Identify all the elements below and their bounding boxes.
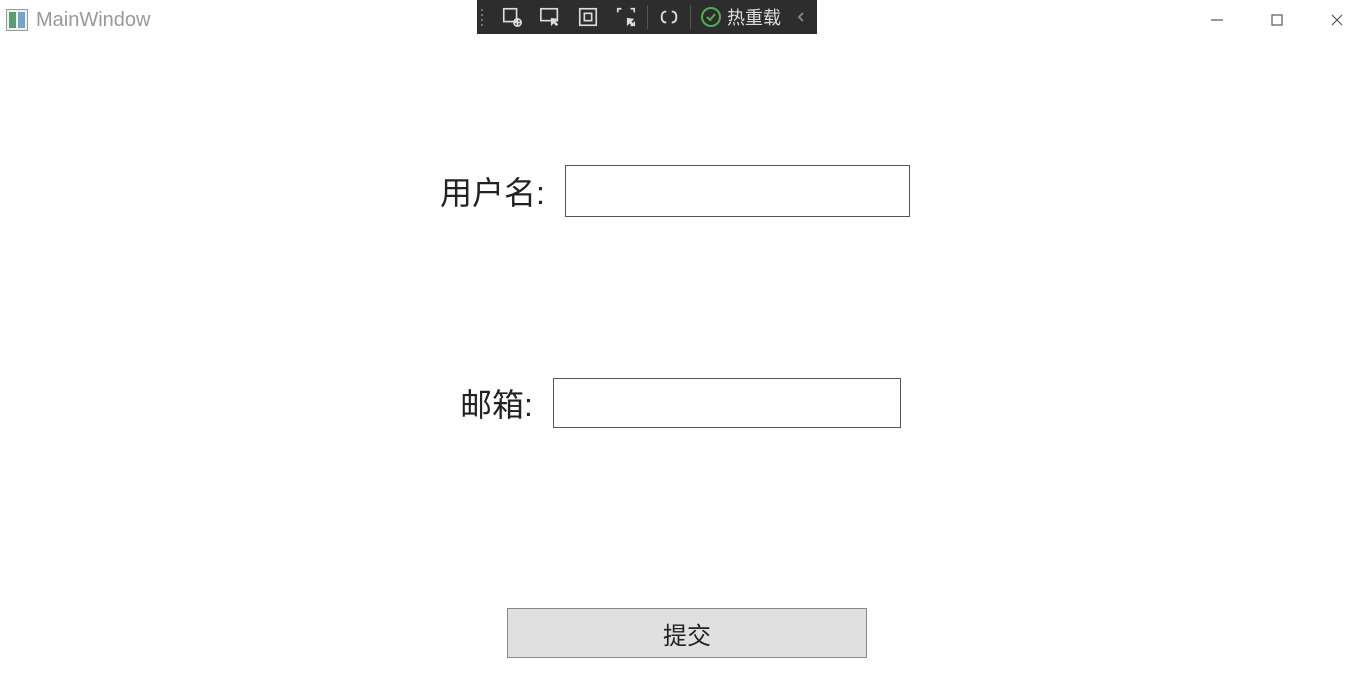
toolbar-grip-icon[interactable] bbox=[481, 5, 489, 29]
track-focus-icon[interactable] bbox=[607, 2, 645, 32]
submit-button[interactable]: 提交 bbox=[507, 608, 867, 658]
username-input[interactable] bbox=[565, 165, 910, 217]
email-input[interactable] bbox=[553, 378, 901, 428]
select-element-icon[interactable] bbox=[531, 2, 569, 32]
window-title: MainWindow bbox=[36, 9, 150, 32]
xaml-binding-icon[interactable] bbox=[650, 2, 688, 32]
email-label: 邮箱: bbox=[460, 380, 533, 426]
display-layout-icon[interactable] bbox=[569, 2, 607, 32]
hot-reload-button[interactable]: 热重载 bbox=[693, 2, 789, 32]
email-row: 邮箱: bbox=[460, 378, 901, 428]
close-button[interactable] bbox=[1307, 0, 1367, 40]
app-icon bbox=[6, 9, 28, 31]
live-visual-tree-icon[interactable] bbox=[493, 2, 531, 32]
window-controls bbox=[1187, 0, 1367, 40]
username-row: 用户名: bbox=[440, 165, 910, 217]
maximize-button[interactable] bbox=[1247, 0, 1307, 40]
debug-toolbar[interactable]: 热重载 bbox=[477, 0, 817, 34]
toolbar-separator bbox=[647, 5, 648, 29]
collapse-toolbar-icon[interactable] bbox=[789, 2, 813, 32]
minimize-button[interactable] bbox=[1187, 0, 1247, 40]
hot-reload-label: 热重载 bbox=[727, 4, 781, 30]
checkmark-circle-icon bbox=[701, 7, 721, 27]
toolbar-separator bbox=[690, 5, 691, 29]
username-label: 用户名: bbox=[440, 168, 545, 214]
